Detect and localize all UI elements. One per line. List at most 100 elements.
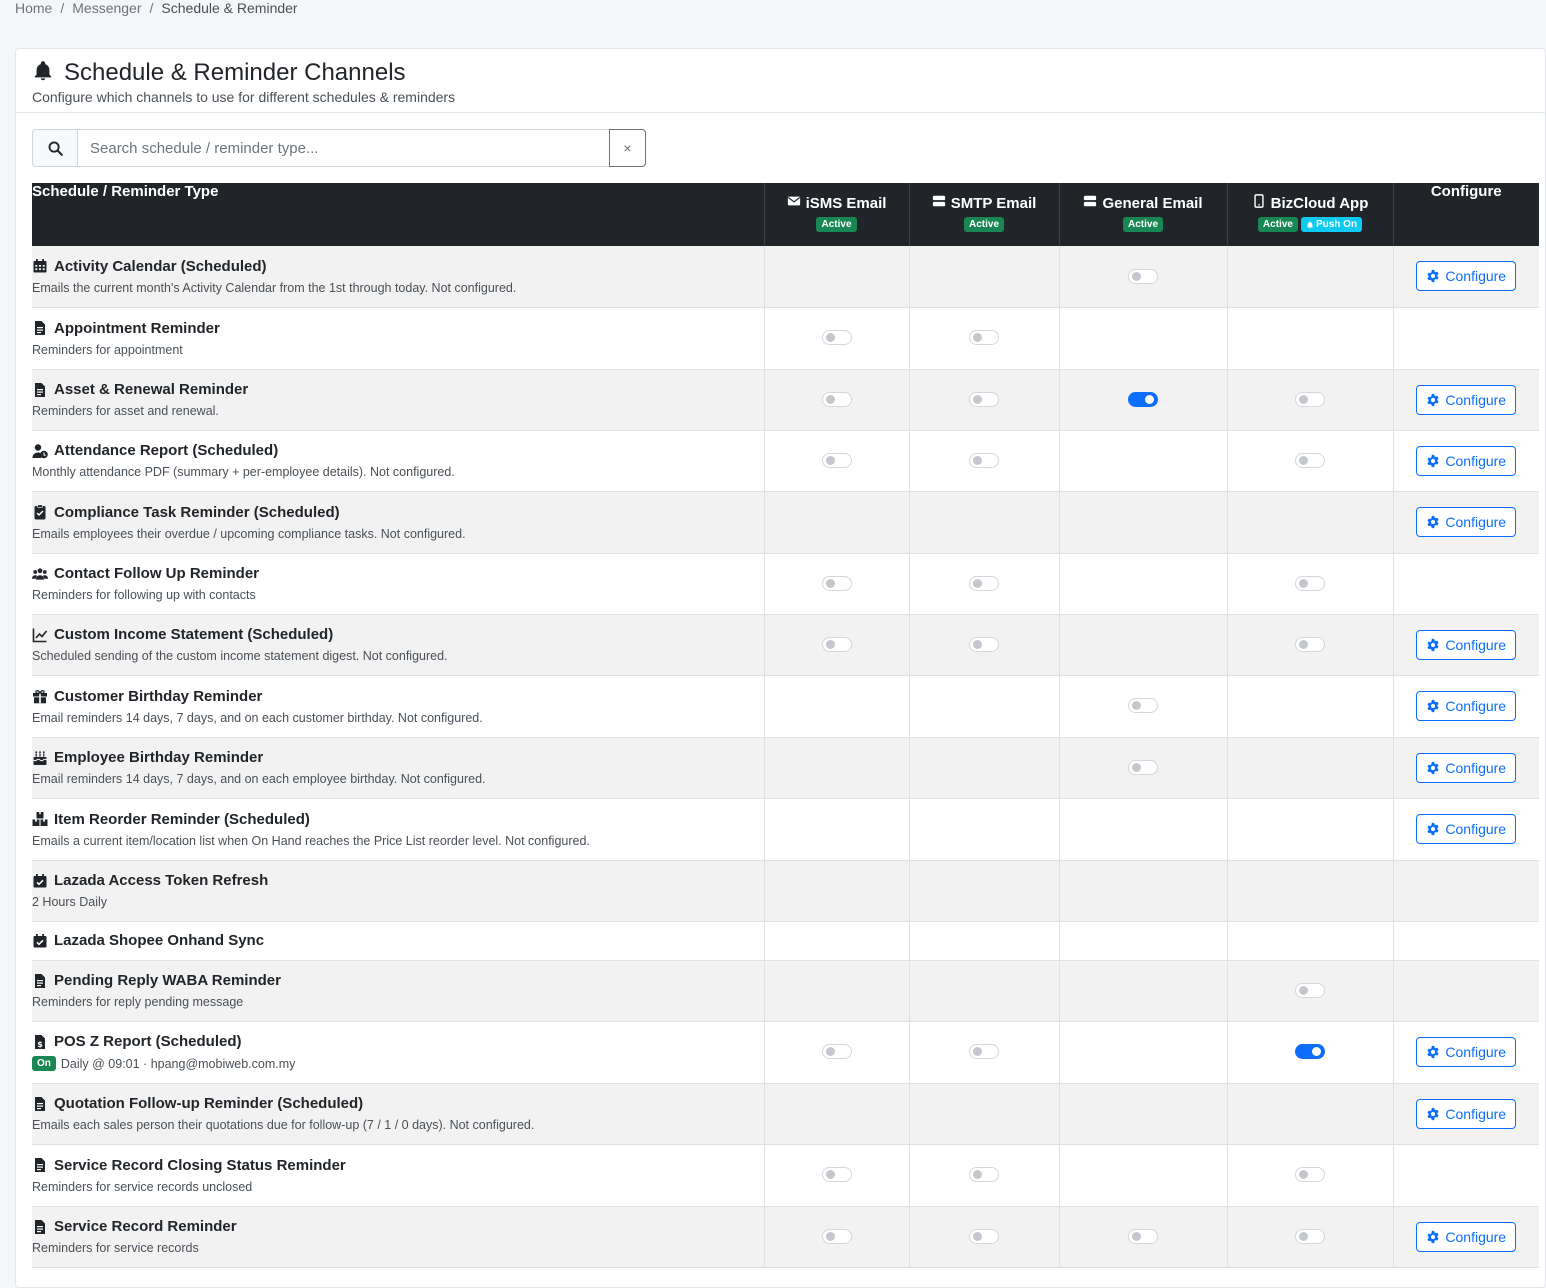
search-icon <box>33 130 78 166</box>
gear-icon <box>1426 638 1440 652</box>
configure-button[interactable]: Configure <box>1416 691 1517 721</box>
type-column-header: Schedule / Reminder Type <box>32 183 765 246</box>
search-input[interactable] <box>78 130 609 166</box>
channel-toggle-smtp[interactable] <box>969 636 999 652</box>
type-description: Emails employees their overdue / upcomin… <box>32 526 466 541</box>
channel-cell-isms <box>764 1144 910 1207</box>
channel-toggle-smtp[interactable] <box>969 1167 999 1183</box>
channel-cell-isms <box>764 369 910 431</box>
type-cell: Lazada Access Token Refresh 2 Hours Daily <box>32 860 765 922</box>
channel-toggle-smtp[interactable] <box>969 330 999 346</box>
search-group: × <box>32 129 646 167</box>
configure-button[interactable]: Configure <box>1416 752 1517 783</box>
channel-toggle-isms[interactable] <box>821 391 852 407</box>
channel-toggle-isms[interactable] <box>821 1044 852 1060</box>
svg-text:$: $ <box>37 1040 43 1049</box>
configure-button[interactable]: Configure <box>1416 445 1517 476</box>
channel-toggle-bizcloud[interactable] <box>1295 1044 1325 1060</box>
configure-label: Configure <box>1445 1105 1507 1122</box>
type-description: Reminders for reply pending message <box>32 995 244 1009</box>
type-cell: Item Reorder Reminder (Scheduled) Emails … <box>32 798 765 861</box>
channel-cell-smtp <box>909 246 1060 308</box>
page-subtitle: Configure which channels to use for diff… <box>32 89 456 105</box>
channel-cell-smtp <box>909 1083 1060 1145</box>
file-invoice-icon: $ <box>32 1034 48 1050</box>
configure-button[interactable]: Configure <box>1416 1037 1517 1067</box>
channel-toggle-bizcloud[interactable] <box>1295 1167 1325 1183</box>
type-title: Custom Income Statement (Scheduled) <box>54 626 334 643</box>
channel-cell-bizcloud <box>1227 860 1394 922</box>
channel-toggle-general[interactable] <box>1128 698 1158 714</box>
channel-toggle-bizcloud[interactable] <box>1295 636 1325 652</box>
channel-cell-general <box>1059 798 1228 861</box>
channel-toggle-smtp[interactable] <box>969 1228 999 1244</box>
clear-search-button[interactable]: × <box>609 129 646 167</box>
type-description: Email reminders 14 days, 7 days, and on … <box>32 710 483 725</box>
channel-header-general: General Email Active <box>1059 183 1228 246</box>
channel-toggle-smtp[interactable] <box>969 391 999 407</box>
type-cell: Contact Follow Up Reminder Reminders for … <box>32 553 765 615</box>
type-cell: Service Record Closing Status Reminder Re… <box>32 1144 765 1207</box>
file-icon <box>32 382 48 398</box>
configure-button[interactable]: Configure <box>1416 507 1517 537</box>
channel-toggle-isms[interactable] <box>821 575 852 591</box>
breadcrumb-separator: / <box>149 0 154 16</box>
configure-cell: Configure <box>1393 1083 1539 1145</box>
channel-cell-smtp <box>909 491 1060 554</box>
breadcrumb-messenger[interactable]: Messenger <box>72 0 141 16</box>
configure-button[interactable]: Configure <box>1416 1098 1517 1129</box>
type-title: Employee Birthday Reminder <box>54 749 264 766</box>
channel-cell-bizcloud <box>1227 1021 1394 1084</box>
type-title: POS Z Report (Scheduled) <box>54 1033 242 1050</box>
configure-button[interactable]: Configure <box>1416 629 1517 660</box>
channel-toggle-isms[interactable] <box>821 636 852 652</box>
channel-toggle-bizcloud[interactable] <box>1295 452 1325 468</box>
channel-toggle-smtp[interactable] <box>969 1044 999 1060</box>
channel-cell-general <box>1059 675 1228 738</box>
configure-button[interactable]: Configure <box>1416 261 1517 292</box>
channel-cell-smtp <box>909 737 1060 799</box>
table-row: Lazada Access Token Refresh 2 Hours Daily <box>32 860 1539 922</box>
table-row: Quotation Follow-up Reminder (Scheduled)… <box>32 1083 1539 1145</box>
configure-button[interactable]: Configure <box>1416 384 1517 415</box>
configure-button[interactable]: Configure <box>1416 1221 1517 1252</box>
breadcrumb-home[interactable]: Home <box>15 0 52 16</box>
channel-toggle-bizcloud[interactable] <box>1295 1228 1325 1244</box>
chart-line-icon <box>32 627 48 643</box>
channel-toggle-general[interactable] <box>1128 759 1158 775</box>
channel-cell-smtp <box>909 614 1060 676</box>
channel-toggle-smtp[interactable] <box>969 452 999 468</box>
type-description: Reminders for following up with contacts <box>32 588 256 602</box>
configure-button[interactable]: Configure <box>1416 814 1517 844</box>
configure-cell: Configure <box>1393 369 1539 431</box>
channel-toggle-isms[interactable] <box>821 1228 852 1244</box>
bell-icon <box>32 60 54 87</box>
channel-toggle-general[interactable] <box>1128 391 1158 407</box>
channel-cell-general <box>1059 1206 1228 1268</box>
type-description: Reminders for service records <box>32 1241 199 1255</box>
file-icon <box>32 1096 48 1112</box>
type-cell: Appointment Reminder Reminders for appoin… <box>32 307 765 370</box>
table-row: Attendance Report (Scheduled) Monthly att… <box>32 430 1539 492</box>
type-title: Activity Calendar (Scheduled) <box>54 257 267 275</box>
channel-toggle-isms[interactable] <box>821 452 852 468</box>
configure-cell: Configure <box>1393 246 1539 308</box>
type-cell: Activity Calendar (Scheduled) Emails the … <box>32 246 765 308</box>
type-title: Compliance Task Reminder (Scheduled) <box>54 503 340 521</box>
type-description: Reminders for asset and renewal. <box>32 404 219 418</box>
channel-cell-smtp <box>909 798 1060 861</box>
bell-icon <box>1306 220 1313 228</box>
channel-toggle-bizcloud[interactable] <box>1295 391 1325 407</box>
channel-toggle-bizcloud[interactable] <box>1295 575 1325 591</box>
configure-label: Configure <box>1445 821 1507 837</box>
channel-toggle-isms[interactable] <box>821 1167 852 1183</box>
type-description: Daily @ 09:01 · hpang@mobiweb.com.my <box>60 1056 296 1071</box>
channel-toggle-general[interactable] <box>1128 268 1158 284</box>
channel-toggle-general[interactable] <box>1128 1228 1158 1244</box>
channel-cell-bizcloud <box>1227 675 1394 738</box>
gift-icon <box>32 688 48 704</box>
channel-toggle-isms[interactable] <box>821 330 852 346</box>
channel-cell-isms <box>764 675 910 738</box>
channel-toggle-smtp[interactable] <box>969 575 999 591</box>
channel-toggle-bizcloud[interactable] <box>1295 982 1325 998</box>
